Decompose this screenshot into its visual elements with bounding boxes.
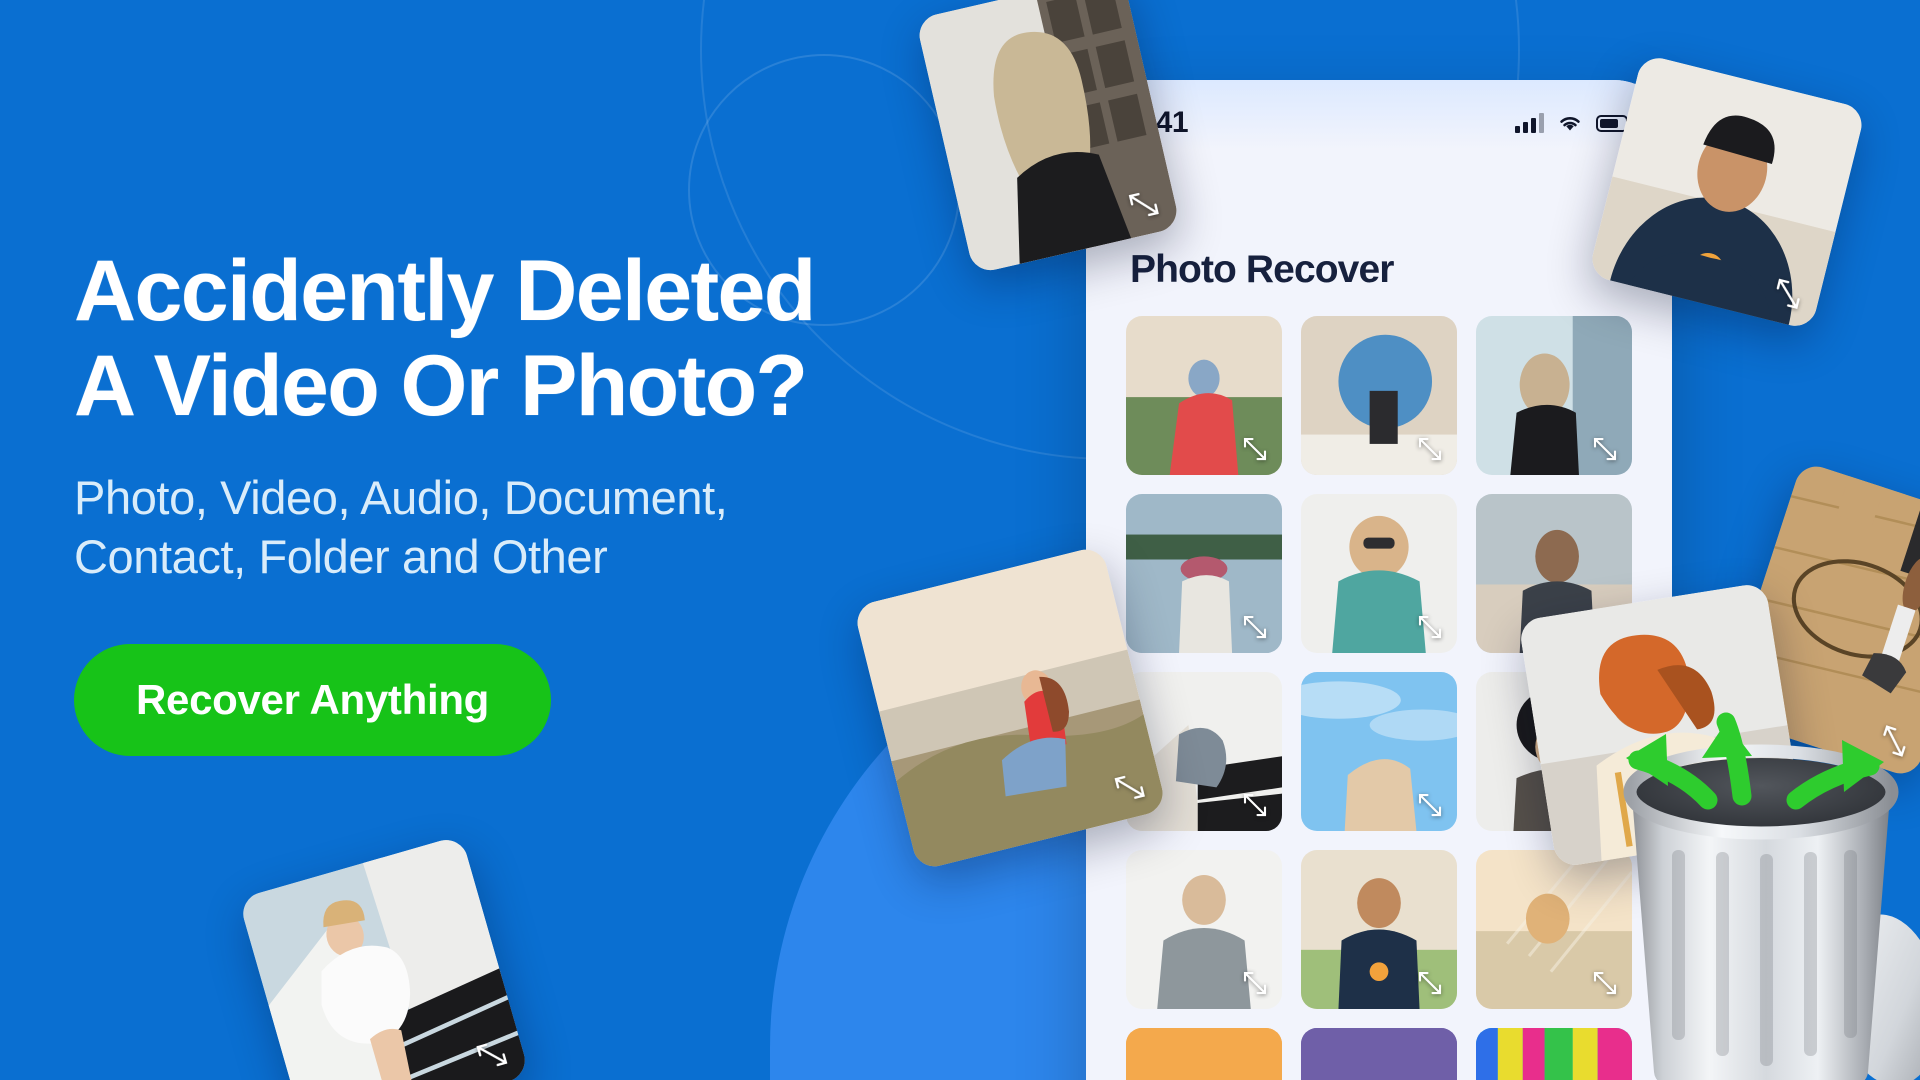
headline-line-2: A Video Or Photo? [74,338,808,435]
phone-status-bar: 9:41 [1086,102,1672,144]
photo-thumbnail [1301,1028,1457,1080]
recover-anything-button[interactable]: Recover Anything [74,644,552,757]
photo-tile[interactable] [1301,850,1457,1010]
expand-arrows-icon[interactable] [1240,612,1270,642]
photo-tile[interactable] [1301,494,1457,654]
page-title: Accidently Deleted A Video Or Photo? [74,243,1034,435]
photo-tile[interactable] [1126,494,1282,654]
expand-arrows-icon[interactable] [1240,968,1270,998]
photo-tile[interactable] [1126,1028,1282,1080]
phone-screen-title: Photo Recover [1130,248,1394,291]
wifi-icon [1560,116,1580,130]
photo-tile[interactable] [1126,316,1282,476]
expand-arrows-icon[interactable] [1240,790,1270,820]
expand-arrows-icon[interactable] [1415,790,1445,820]
photo-tile[interactable] [1476,316,1632,476]
photo-thumbnail [1126,1028,1282,1080]
subtitle-line-1: Photo, Video, Audio, Document, [74,470,728,524]
photo-tile[interactable] [1126,850,1282,1010]
trash-can-icon [1623,712,1920,1080]
hero-subtitle: Photo, Video, Audio, Document, Contact, … [74,469,1034,587]
headline-line-1: Accidently Deleted [74,243,816,339]
photo-tile[interactable] [1301,1028,1457,1080]
phone-mockup: 9:41 Photo Recover [1086,80,1672,1080]
expand-arrows-icon[interactable] [1240,434,1270,464]
photo-tile[interactable] [1301,316,1457,476]
photo-tile[interactable] [1301,672,1457,832]
expand-arrows-icon[interactable] [1590,434,1620,464]
cellular-signal-icon [1515,113,1544,133]
expand-arrows-icon[interactable] [1415,434,1445,464]
expand-arrows-icon[interactable] [1415,612,1445,642]
expand-arrows-icon[interactable] [1415,968,1445,998]
subtitle-line-2: Contact, Folder and Other [74,529,608,583]
